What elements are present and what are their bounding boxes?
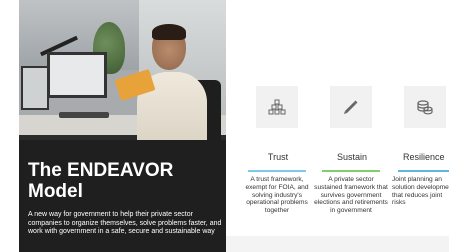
- pencil-icon: [344, 100, 358, 114]
- card-desc-sustain: A private sector sustained framework tha…: [314, 176, 388, 215]
- photo-person-hair: [152, 24, 186, 40]
- coins-icon: [417, 100, 433, 115]
- photo-monitor: [47, 52, 107, 98]
- bottom-band: [226, 236, 449, 252]
- card-title-resilience: Resilience: [403, 152, 445, 162]
- hero-title-line1: The ENDEAVOR: [28, 160, 174, 181]
- sustain-icon-tile: [330, 86, 372, 128]
- card-accent-sustain: [322, 170, 380, 172]
- photo-monitor-secondary: [21, 66, 49, 110]
- card-accent-trust: [248, 170, 306, 172]
- trust-icon-tile: [256, 86, 298, 128]
- hero-description: A new way for government to help their p…: [28, 211, 222, 236]
- card-desc-resilience: Joint planning an solution developme tha…: [392, 176, 449, 207]
- photo-keyboard: [59, 112, 109, 118]
- tiered-blocks-icon: [268, 99, 286, 115]
- card-desc-trust: A trust framework, exempt for FOIA, and …: [245, 176, 309, 215]
- card-accent-resilience: [398, 170, 449, 172]
- hero-title-line2: Model: [28, 181, 83, 202]
- hero-title: The ENDEAVOR Model: [28, 160, 173, 202]
- card-title-sustain: Sustain: [336, 152, 368, 162]
- resilience-icon-tile: [404, 86, 446, 128]
- card-title-trust: Trust: [267, 152, 289, 162]
